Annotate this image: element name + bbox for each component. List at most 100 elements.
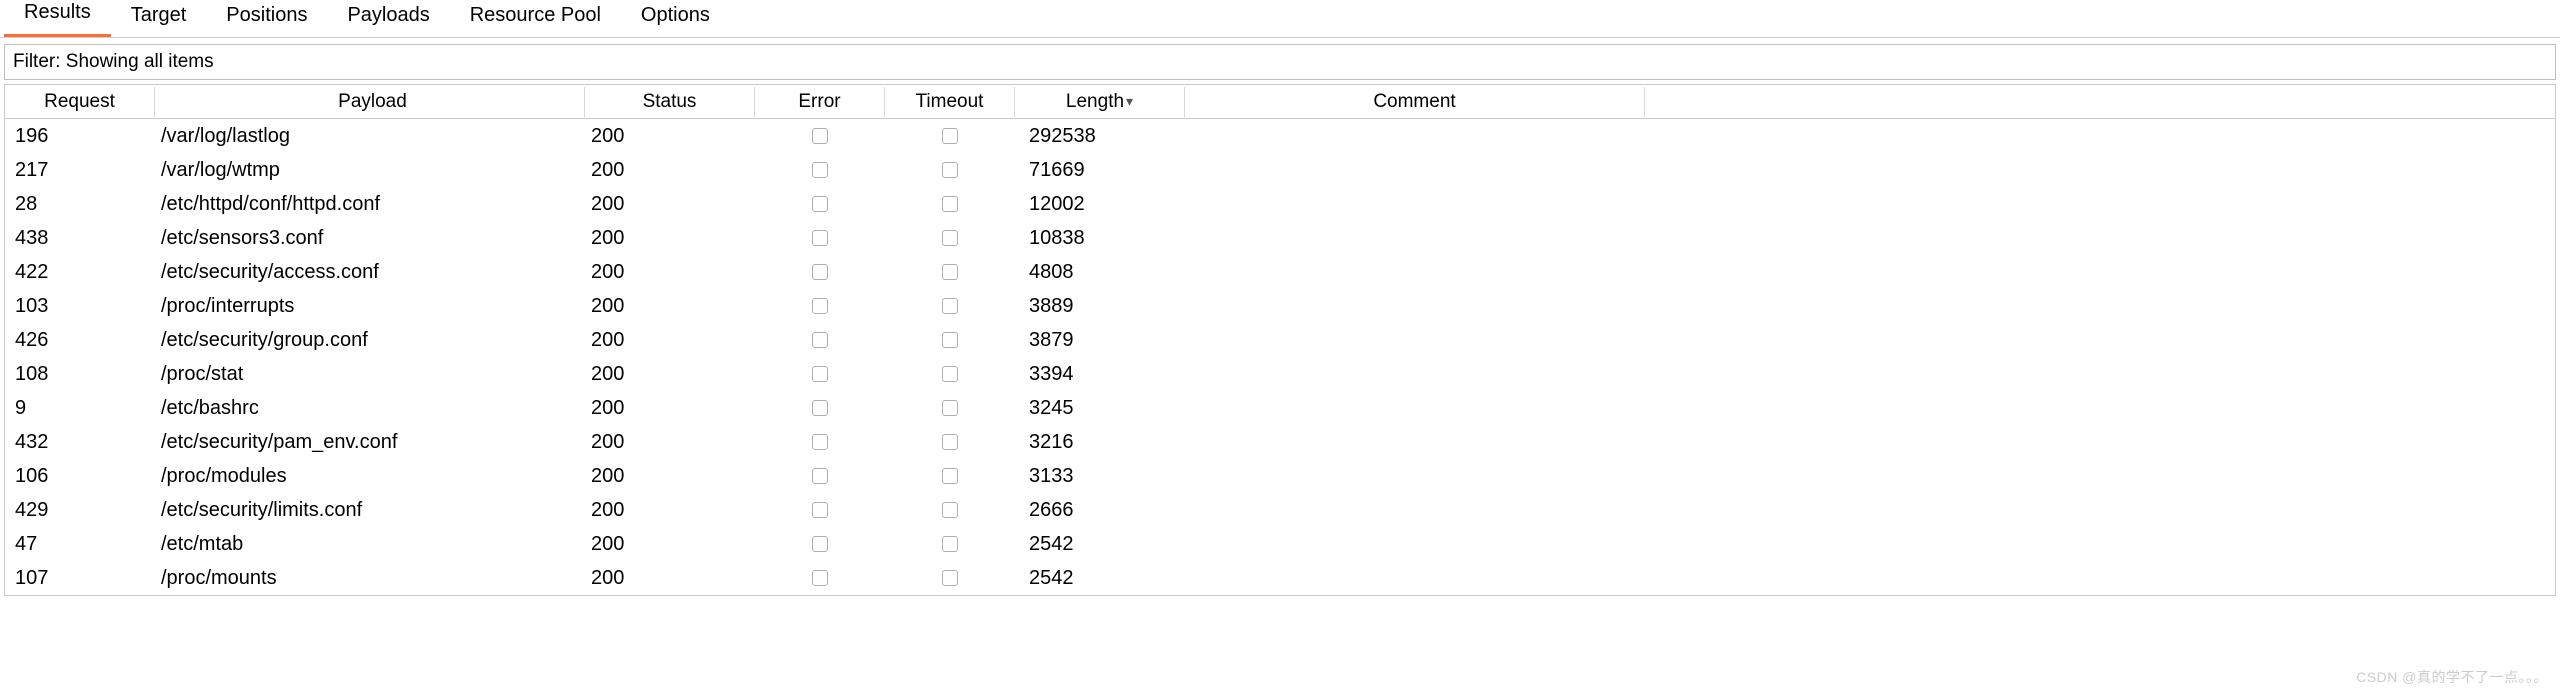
filter-bar[interactable]: Filter: Showing all items — [4, 44, 2556, 80]
tab-target[interactable]: Target — [111, 0, 207, 37]
checkbox-icon — [812, 332, 828, 348]
cell-error — [755, 495, 885, 526]
tab-resource-pool[interactable]: Resource Pool — [450, 0, 621, 37]
cell-timeout — [885, 461, 1015, 492]
cell-comment — [1185, 166, 1645, 174]
cell-spacer — [1645, 268, 2555, 276]
table-row[interactable]: 426/etc/security/group.conf2003879 — [5, 323, 2555, 357]
checkbox-icon — [812, 570, 828, 586]
checkbox-icon — [942, 230, 958, 246]
column-header-payload[interactable]: Payload — [155, 87, 585, 117]
table-row[interactable]: 47/etc/mtab2002542 — [5, 527, 2555, 561]
cell-length: 292538 — [1015, 121, 1185, 152]
cell-request: 103 — [5, 291, 155, 322]
results-table: Request Payload Status Error Timeout Len… — [4, 84, 2556, 596]
cell-comment — [1185, 370, 1645, 378]
tab-payloads[interactable]: Payloads — [327, 0, 449, 37]
cell-request: 426 — [5, 325, 155, 356]
table-row[interactable]: 217/var/log/wtmp20071669 — [5, 153, 2555, 187]
checkbox-icon — [942, 366, 958, 382]
table-row[interactable]: 432/etc/security/pam_env.conf2003216 — [5, 425, 2555, 459]
checkbox-icon — [812, 298, 828, 314]
cell-timeout — [885, 291, 1015, 322]
cell-comment — [1185, 268, 1645, 276]
cell-request: 47 — [5, 529, 155, 560]
tab-bar: ResultsTargetPositionsPayloadsResource P… — [0, 0, 2560, 38]
table-row[interactable]: 103/proc/interrupts2003889 — [5, 289, 2555, 323]
cell-comment — [1185, 540, 1645, 548]
column-header-request[interactable]: Request — [5, 87, 155, 117]
cell-spacer — [1645, 132, 2555, 140]
cell-error — [755, 189, 885, 220]
checkbox-icon — [942, 128, 958, 144]
checkbox-icon — [812, 196, 828, 212]
cell-payload: /var/log/wtmp — [155, 155, 585, 186]
cell-timeout — [885, 393, 1015, 424]
cell-spacer — [1645, 472, 2555, 480]
tab-positions[interactable]: Positions — [206, 0, 327, 37]
sort-descending-icon: ▾ — [1126, 93, 1133, 110]
checkbox-icon — [812, 366, 828, 382]
cell-comment — [1185, 132, 1645, 140]
table-body: 196/var/log/lastlog200292538217/var/log/… — [5, 119, 2555, 595]
cell-spacer — [1645, 166, 2555, 174]
cell-error — [755, 427, 885, 458]
tab-results[interactable]: Results — [4, 0, 111, 37]
cell-request: 108 — [5, 359, 155, 390]
cell-error — [755, 223, 885, 254]
cell-spacer — [1645, 370, 2555, 378]
cell-payload: /etc/sensors3.conf — [155, 223, 585, 254]
cell-length: 2666 — [1015, 495, 1185, 526]
column-header-comment[interactable]: Comment — [1185, 87, 1645, 117]
checkbox-icon — [942, 162, 958, 178]
table-row[interactable]: 422/etc/security/access.conf2004808 — [5, 255, 2555, 289]
table-row[interactable]: 107/proc/mounts2002542 — [5, 561, 2555, 595]
checkbox-icon — [942, 468, 958, 484]
tab-options[interactable]: Options — [621, 0, 730, 37]
cell-request: 106 — [5, 461, 155, 492]
column-header-length-label: Length — [1066, 91, 1124, 113]
cell-length: 2542 — [1015, 563, 1185, 594]
cell-payload: /etc/bashrc — [155, 393, 585, 424]
cell-comment — [1185, 404, 1645, 412]
column-header-error[interactable]: Error — [755, 87, 885, 117]
cell-payload: /etc/security/pam_env.conf — [155, 427, 585, 458]
cell-spacer — [1645, 404, 2555, 412]
cell-spacer — [1645, 574, 2555, 582]
cell-request: 432 — [5, 427, 155, 458]
checkbox-icon — [942, 400, 958, 416]
cell-payload: /proc/mounts — [155, 563, 585, 594]
cell-status: 200 — [585, 189, 755, 220]
checkbox-icon — [942, 298, 958, 314]
column-header-length[interactable]: Length ▾ — [1015, 87, 1185, 117]
cell-length: 3133 — [1015, 461, 1185, 492]
table-row[interactable]: 9/etc/bashrc2003245 — [5, 391, 2555, 425]
column-header-timeout[interactable]: Timeout — [885, 87, 1015, 117]
table-row[interactable]: 196/var/log/lastlog200292538 — [5, 119, 2555, 153]
cell-status: 200 — [585, 461, 755, 492]
checkbox-icon — [812, 536, 828, 552]
cell-error — [755, 393, 885, 424]
cell-spacer — [1645, 336, 2555, 344]
table-row[interactable]: 28/etc/httpd/conf/httpd.conf20012002 — [5, 187, 2555, 221]
cell-length: 3245 — [1015, 393, 1185, 424]
cell-comment — [1185, 200, 1645, 208]
cell-length: 2542 — [1015, 529, 1185, 560]
cell-timeout — [885, 189, 1015, 220]
cell-status: 200 — [585, 257, 755, 288]
cell-spacer — [1645, 234, 2555, 242]
cell-spacer — [1645, 302, 2555, 310]
cell-status: 200 — [585, 359, 755, 390]
table-row[interactable]: 429/etc/security/limits.conf2002666 — [5, 493, 2555, 527]
table-row[interactable]: 108/proc/stat2003394 — [5, 357, 2555, 391]
cell-comment — [1185, 472, 1645, 480]
table-row[interactable]: 106/proc/modules200 3133 — [5, 459, 2555, 493]
table-row[interactable]: 438/etc/sensors3.conf20010838 — [5, 221, 2555, 255]
column-header-status[interactable]: Status — [585, 87, 755, 117]
checkbox-icon — [942, 434, 958, 450]
cell-payload: /var/log/lastlog — [155, 121, 585, 152]
cell-payload: /etc/security/limits.conf — [155, 495, 585, 526]
cell-request: 9 — [5, 393, 155, 424]
cell-payload: /proc/modules — [155, 461, 585, 492]
checkbox-icon — [812, 468, 828, 484]
